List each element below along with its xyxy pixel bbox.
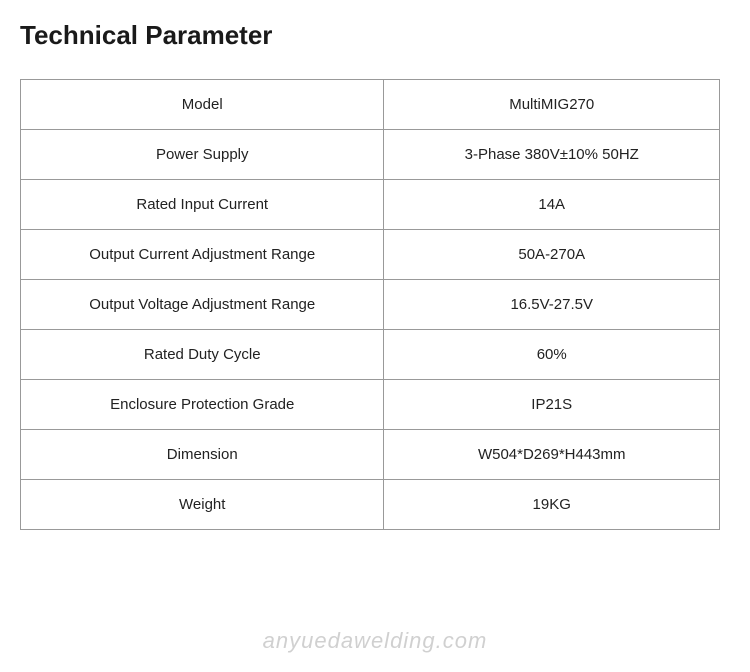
table-row: Power Supply3-Phase 380V±10% 50HZ (21, 130, 720, 180)
table-row: Weight19KG (21, 480, 720, 530)
param-value: 3-Phase 380V±10% 50HZ (384, 130, 720, 180)
param-label: Weight (21, 480, 384, 530)
param-label: Output Voltage Adjustment Range (21, 280, 384, 330)
param-value: 14A (384, 180, 720, 230)
table-row: Output Current Adjustment Range50A-270A (21, 230, 720, 280)
table-row: Rated Duty Cycle60% (21, 330, 720, 380)
param-value: 16.5V-27.5V (384, 280, 720, 330)
param-label: Power Supply (21, 130, 384, 180)
param-label: Model (21, 80, 384, 130)
param-label: Output Current Adjustment Range (21, 230, 384, 280)
watermark: anyuedawelding.com (0, 628, 750, 654)
table-row: Output Voltage Adjustment Range16.5V-27.… (21, 280, 720, 330)
param-value: 50A-270A (384, 230, 720, 280)
param-value: 60% (384, 330, 720, 380)
table-row: Enclosure Protection GradeIP21S (21, 380, 720, 430)
param-value: IP21S (384, 380, 720, 430)
param-value: 19KG (384, 480, 720, 530)
param-label: Rated Duty Cycle (21, 330, 384, 380)
table-row: Rated Input Current14A (21, 180, 720, 230)
page-title: Technical Parameter (20, 20, 720, 51)
table-row: DimensionW504*D269*H443mm (21, 430, 720, 480)
param-value: MultiMIG270 (384, 80, 720, 130)
param-value: W504*D269*H443mm (384, 430, 720, 480)
param-label: Enclosure Protection Grade (21, 380, 384, 430)
param-label: Dimension (21, 430, 384, 480)
table-row: ModelMultiMIG270 (21, 80, 720, 130)
technical-parameters-table: ModelMultiMIG270Power Supply3-Phase 380V… (20, 79, 720, 530)
param-label: Rated Input Current (21, 180, 384, 230)
